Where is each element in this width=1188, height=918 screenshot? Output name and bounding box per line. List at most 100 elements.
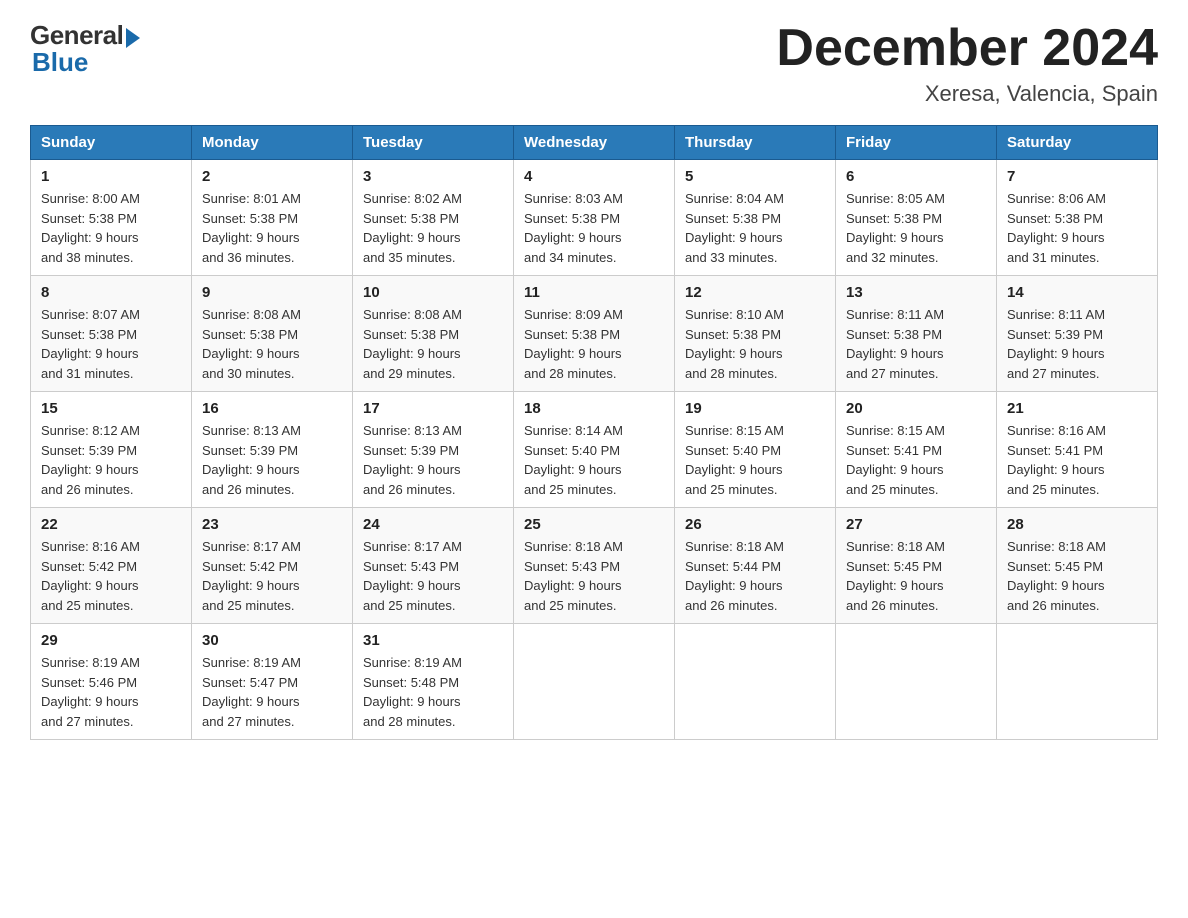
calendar-cell [997, 624, 1158, 740]
calendar-cell [514, 624, 675, 740]
day-info: Sunrise: 8:03 AMSunset: 5:38 PMDaylight:… [524, 191, 623, 265]
calendar-header: SundayMondayTuesdayWednesdayThursdayFrid… [31, 126, 1158, 160]
day-info: Sunrise: 8:17 AMSunset: 5:43 PMDaylight:… [363, 539, 462, 613]
day-info: Sunrise: 8:06 AMSunset: 5:38 PMDaylight:… [1007, 191, 1106, 265]
calendar-week-5: 29 Sunrise: 8:19 AMSunset: 5:46 PMDaylig… [31, 624, 1158, 740]
day-number: 7 [1007, 168, 1147, 185]
calendar-cell: 3 Sunrise: 8:02 AMSunset: 5:38 PMDayligh… [353, 160, 514, 276]
calendar-cell: 29 Sunrise: 8:19 AMSunset: 5:46 PMDaylig… [31, 624, 192, 740]
day-number: 8 [41, 284, 181, 301]
calendar-cell: 16 Sunrise: 8:13 AMSunset: 5:39 PMDaylig… [192, 392, 353, 508]
calendar-cell: 22 Sunrise: 8:16 AMSunset: 5:42 PMDaylig… [31, 508, 192, 624]
calendar-cell: 10 Sunrise: 8:08 AMSunset: 5:38 PMDaylig… [353, 276, 514, 392]
day-number: 18 [524, 400, 664, 417]
calendar-cell: 2 Sunrise: 8:01 AMSunset: 5:38 PMDayligh… [192, 160, 353, 276]
day-number: 24 [363, 516, 503, 533]
day-info: Sunrise: 8:08 AMSunset: 5:38 PMDaylight:… [363, 307, 462, 381]
day-info: Sunrise: 8:13 AMSunset: 5:39 PMDaylight:… [202, 423, 301, 497]
day-info: Sunrise: 8:16 AMSunset: 5:42 PMDaylight:… [41, 539, 140, 613]
day-number: 13 [846, 284, 986, 301]
calendar-cell: 5 Sunrise: 8:04 AMSunset: 5:38 PMDayligh… [675, 160, 836, 276]
header-day-monday: Monday [192, 126, 353, 160]
day-number: 5 [685, 168, 825, 185]
day-number: 20 [846, 400, 986, 417]
location: Xeresa, Valencia, Spain [776, 81, 1158, 107]
calendar-cell: 21 Sunrise: 8:16 AMSunset: 5:41 PMDaylig… [997, 392, 1158, 508]
calendar-cell: 12 Sunrise: 8:10 AMSunset: 5:38 PMDaylig… [675, 276, 836, 392]
day-info: Sunrise: 8:14 AMSunset: 5:40 PMDaylight:… [524, 423, 623, 497]
day-info: Sunrise: 8:11 AMSunset: 5:39 PMDaylight:… [1007, 307, 1105, 381]
header-day-thursday: Thursday [675, 126, 836, 160]
calendar-cell: 1 Sunrise: 8:00 AMSunset: 5:38 PMDayligh… [31, 160, 192, 276]
day-number: 25 [524, 516, 664, 533]
day-number: 28 [1007, 516, 1147, 533]
header-day-friday: Friday [836, 126, 997, 160]
calendar-cell: 9 Sunrise: 8:08 AMSunset: 5:38 PMDayligh… [192, 276, 353, 392]
day-info: Sunrise: 8:18 AMSunset: 5:45 PMDaylight:… [1007, 539, 1106, 613]
day-info: Sunrise: 8:19 AMSunset: 5:48 PMDaylight:… [363, 655, 462, 729]
calendar-cell: 20 Sunrise: 8:15 AMSunset: 5:41 PMDaylig… [836, 392, 997, 508]
day-info: Sunrise: 8:19 AMSunset: 5:46 PMDaylight:… [41, 655, 140, 729]
day-info: Sunrise: 8:01 AMSunset: 5:38 PMDaylight:… [202, 191, 301, 265]
day-number: 10 [363, 284, 503, 301]
day-number: 19 [685, 400, 825, 417]
calendar-cell: 19 Sunrise: 8:15 AMSunset: 5:40 PMDaylig… [675, 392, 836, 508]
day-info: Sunrise: 8:19 AMSunset: 5:47 PMDaylight:… [202, 655, 301, 729]
day-info: Sunrise: 8:18 AMSunset: 5:45 PMDaylight:… [846, 539, 945, 613]
calendar-cell: 24 Sunrise: 8:17 AMSunset: 5:43 PMDaylig… [353, 508, 514, 624]
day-number: 29 [41, 632, 181, 649]
header-day-wednesday: Wednesday [514, 126, 675, 160]
calendar-body: 1 Sunrise: 8:00 AMSunset: 5:38 PMDayligh… [31, 160, 1158, 740]
calendar-cell: 25 Sunrise: 8:18 AMSunset: 5:43 PMDaylig… [514, 508, 675, 624]
day-number: 17 [363, 400, 503, 417]
header-day-saturday: Saturday [997, 126, 1158, 160]
calendar-cell: 26 Sunrise: 8:18 AMSunset: 5:44 PMDaylig… [675, 508, 836, 624]
month-title: December 2024 [776, 20, 1158, 77]
calendar-cell: 6 Sunrise: 8:05 AMSunset: 5:38 PMDayligh… [836, 160, 997, 276]
day-info: Sunrise: 8:18 AMSunset: 5:44 PMDaylight:… [685, 539, 784, 613]
day-number: 16 [202, 400, 342, 417]
day-info: Sunrise: 8:13 AMSunset: 5:39 PMDaylight:… [363, 423, 462, 497]
day-info: Sunrise: 8:09 AMSunset: 5:38 PMDaylight:… [524, 307, 623, 381]
day-number: 30 [202, 632, 342, 649]
calendar-cell: 31 Sunrise: 8:19 AMSunset: 5:48 PMDaylig… [353, 624, 514, 740]
calendar-cell: 15 Sunrise: 8:12 AMSunset: 5:39 PMDaylig… [31, 392, 192, 508]
calendar-cell: 14 Sunrise: 8:11 AMSunset: 5:39 PMDaylig… [997, 276, 1158, 392]
page-header: General Blue December 2024 Xeresa, Valen… [30, 20, 1158, 107]
calendar-cell: 4 Sunrise: 8:03 AMSunset: 5:38 PMDayligh… [514, 160, 675, 276]
day-number: 11 [524, 284, 664, 301]
logo-blue-text: Blue [32, 47, 88, 78]
day-number: 26 [685, 516, 825, 533]
day-number: 9 [202, 284, 342, 301]
calendar-week-2: 8 Sunrise: 8:07 AMSunset: 5:38 PMDayligh… [31, 276, 1158, 392]
day-number: 27 [846, 516, 986, 533]
day-info: Sunrise: 8:16 AMSunset: 5:41 PMDaylight:… [1007, 423, 1106, 497]
logo-arrow-icon [126, 28, 140, 48]
day-number: 21 [1007, 400, 1147, 417]
calendar-table: SundayMondayTuesdayWednesdayThursdayFrid… [30, 125, 1158, 740]
day-info: Sunrise: 8:10 AMSunset: 5:38 PMDaylight:… [685, 307, 784, 381]
calendar-cell: 27 Sunrise: 8:18 AMSunset: 5:45 PMDaylig… [836, 508, 997, 624]
day-number: 14 [1007, 284, 1147, 301]
day-number: 23 [202, 516, 342, 533]
day-number: 3 [363, 168, 503, 185]
calendar-cell: 28 Sunrise: 8:18 AMSunset: 5:45 PMDaylig… [997, 508, 1158, 624]
logo: General Blue [30, 20, 140, 78]
calendar-cell: 13 Sunrise: 8:11 AMSunset: 5:38 PMDaylig… [836, 276, 997, 392]
day-info: Sunrise: 8:05 AMSunset: 5:38 PMDaylight:… [846, 191, 945, 265]
calendar-cell: 30 Sunrise: 8:19 AMSunset: 5:47 PMDaylig… [192, 624, 353, 740]
calendar-cell [836, 624, 997, 740]
calendar-cell: 18 Sunrise: 8:14 AMSunset: 5:40 PMDaylig… [514, 392, 675, 508]
day-info: Sunrise: 8:18 AMSunset: 5:43 PMDaylight:… [524, 539, 623, 613]
calendar-cell: 23 Sunrise: 8:17 AMSunset: 5:42 PMDaylig… [192, 508, 353, 624]
calendar-week-4: 22 Sunrise: 8:16 AMSunset: 5:42 PMDaylig… [31, 508, 1158, 624]
day-number: 1 [41, 168, 181, 185]
day-number: 15 [41, 400, 181, 417]
day-info: Sunrise: 8:07 AMSunset: 5:38 PMDaylight:… [41, 307, 140, 381]
day-number: 2 [202, 168, 342, 185]
header-right: December 2024 Xeresa, Valencia, Spain [776, 20, 1158, 107]
day-info: Sunrise: 8:04 AMSunset: 5:38 PMDaylight:… [685, 191, 784, 265]
day-info: Sunrise: 8:08 AMSunset: 5:38 PMDaylight:… [202, 307, 301, 381]
header-row: SundayMondayTuesdayWednesdayThursdayFrid… [31, 126, 1158, 160]
calendar-cell: 8 Sunrise: 8:07 AMSunset: 5:38 PMDayligh… [31, 276, 192, 392]
